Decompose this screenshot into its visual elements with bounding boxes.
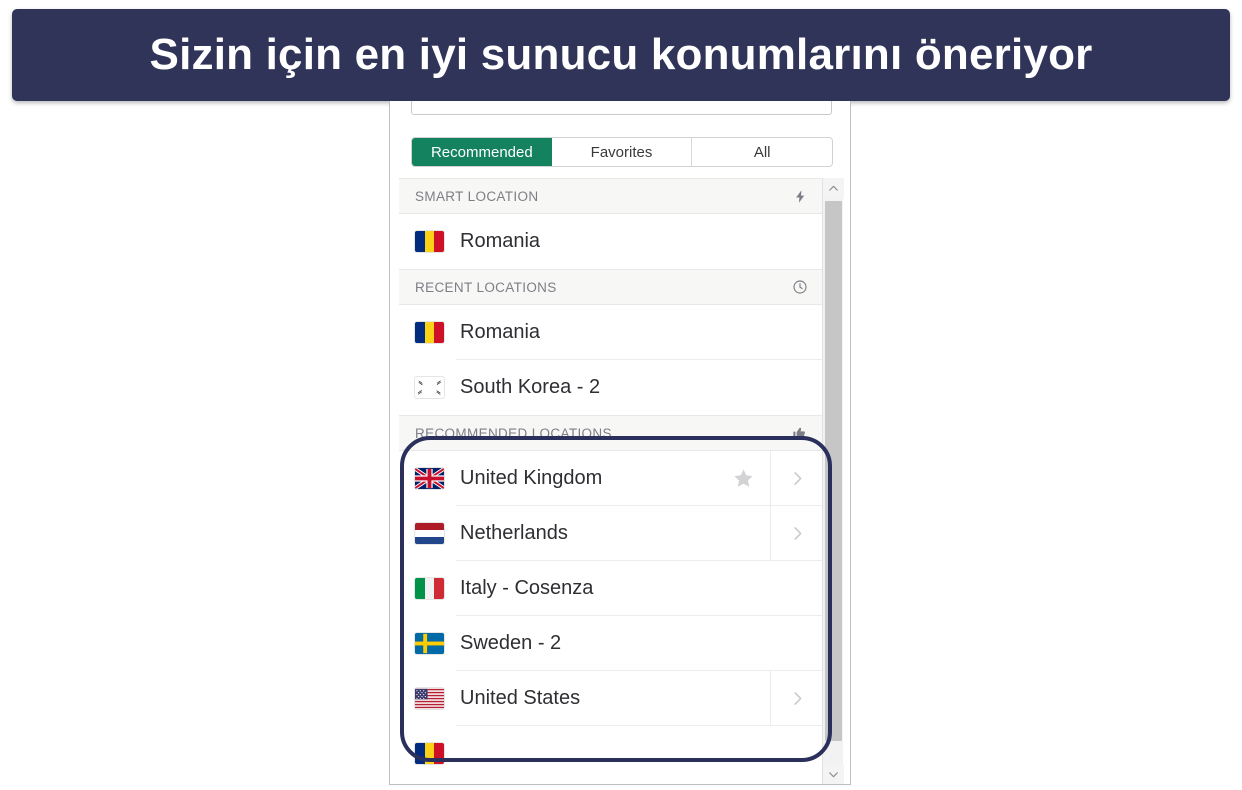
favorite-star-placeholder [717,506,770,561]
list-scrollbar[interactable] [822,178,844,784]
scrollbar-down-button[interactable] [823,764,844,784]
tab-recommended[interactable]: Recommended [412,138,552,166]
tab-favorites-label: Favorites [590,143,653,161]
location-tabs: Recommended Favorites All [411,137,833,167]
tab-all-label: All [753,143,771,161]
list-item-united-kingdom[interactable]: United Kingdom [399,451,824,506]
list-item-label: South Korea - 2 [460,376,601,398]
list-item-label: United States [460,687,581,709]
section-title-smart-location: SMART LOCATION [415,188,539,204]
netherlands-flag [415,523,444,544]
list-item-recent-romania[interactable]: Romania [399,305,824,360]
south-korea-flag [415,377,444,398]
location-list: SMART LOCATION Romania RECENT LOCATIONS [399,178,824,784]
clock-icon [790,277,810,297]
romania-flag [415,322,444,343]
section-title-recent-locations: RECENT LOCATIONS [415,279,557,295]
list-item-smart-romania[interactable]: Romania [399,214,824,269]
tip-banner: Sizin için en iyi sunucu konumlarını öne… [12,9,1230,101]
location-picker-panel: Recommended Favorites All SMART LOCATION [389,101,851,785]
tab-favorites[interactable]: Favorites [551,138,693,166]
united-kingdom-flag [415,468,444,489]
list-item-label: Romania [460,321,541,343]
list-item-partial[interactable] [399,726,824,781]
chevron-right-icon[interactable] [770,451,824,506]
tip-banner-text: Sizin için en iyi sunucu konumlarını öne… [149,30,1093,79]
list-item-netherlands[interactable]: Netherlands [399,506,824,561]
romania-flag [415,231,444,252]
list-item-label: Sweden - 2 [460,632,562,654]
list-item-label: Netherlands [460,522,568,544]
section-header-recommended-locations: RECOMMENDED LOCATIONS [399,415,824,451]
favorite-star-placeholder [717,671,770,726]
italy-flag [415,578,444,599]
thumbs-up-icon [790,423,810,443]
favorite-star-icon[interactable] [717,451,770,506]
lightning-bolt-icon [790,186,810,206]
scrollbar-up-button[interactable] [823,178,844,199]
list-item-sweden[interactable]: Sweden - 2 [399,616,824,671]
list-item-recent-south-korea[interactable]: South Korea - 2 [399,360,824,415]
section-title-recommended-locations: RECOMMENDED LOCATIONS [415,425,612,441]
list-item-label: Romania [460,230,541,252]
section-header-smart-location: SMART LOCATION [399,178,824,214]
romania-flag [415,743,444,764]
list-item-united-states[interactable]: United States [399,671,824,726]
list-item-italy-cosenza[interactable]: Italy - Cosenza [399,561,824,616]
tab-all[interactable]: All [692,138,832,166]
tab-recommended-label: Recommended [430,143,533,161]
united-states-flag [415,688,444,709]
chevron-right-icon[interactable] [770,506,824,561]
list-item-label: Italy - Cosenza [460,577,594,599]
sweden-flag [415,633,444,654]
search-input[interactable] [411,101,832,115]
section-header-recent-locations: RECENT LOCATIONS [399,269,824,305]
chevron-right-icon[interactable] [770,671,824,726]
list-item-label: United Kingdom [460,467,603,489]
scrollbar-thumb[interactable] [825,201,842,741]
